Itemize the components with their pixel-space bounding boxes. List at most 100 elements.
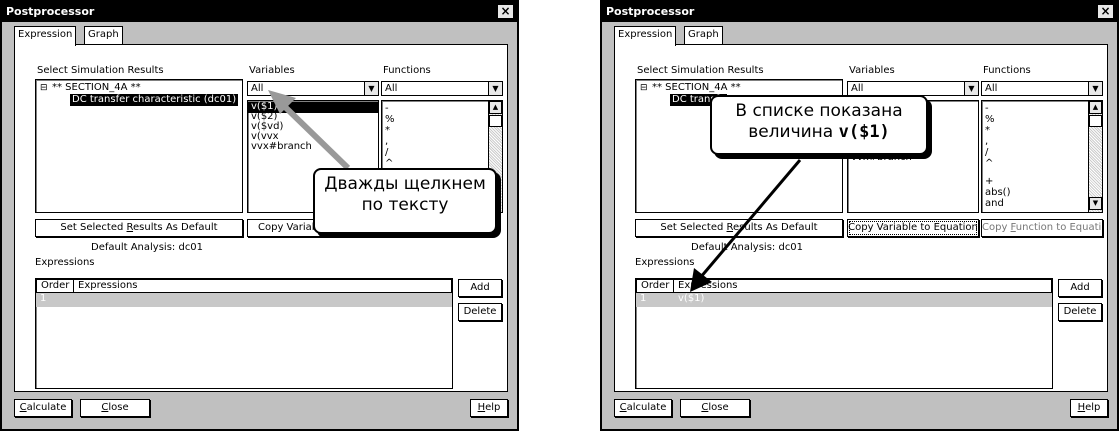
- functions-filter[interactable]: All ▼: [981, 81, 1103, 96]
- variables-filter[interactable]: All ▼: [847, 81, 979, 96]
- scroll-up-icon[interactable]: ▲: [1089, 101, 1102, 114]
- expressions-grid[interactable]: Order Expressions 1: [35, 278, 453, 389]
- list-item[interactable]: -: [985, 104, 989, 114]
- scroll-down-icon[interactable]: ▼: [1089, 197, 1102, 210]
- help-button[interactable]: Help: [1070, 399, 1108, 417]
- callout-variable: v($1): [838, 122, 890, 142]
- btn-text-accel: C: [619, 402, 627, 413]
- btn-text: esults As Default: [133, 222, 218, 233]
- calculate-button[interactable]: Calculate: [14, 399, 72, 417]
- functions-label: Functions: [383, 65, 431, 76]
- delete-button[interactable]: Delete: [1058, 303, 1102, 321]
- grid-header-order: Order: [636, 279, 674, 293]
- scroll-thumb[interactable]: [489, 115, 502, 127]
- results-tree[interactable]: ⊟ ** SECTION_4A ** DC transfer character…: [35, 79, 243, 213]
- list-item[interactable]: *: [985, 126, 990, 136]
- delete-button[interactable]: Delete: [458, 303, 502, 321]
- tree-collapse-icon[interactable]: ⊟: [640, 82, 648, 94]
- btn-text: elp: [1085, 402, 1101, 413]
- add-button[interactable]: Add: [458, 279, 502, 297]
- list-item[interactable]: and: [985, 199, 1004, 209]
- list-item[interactable]: /: [985, 148, 988, 158]
- close-icon[interactable]: ×: [497, 4, 514, 19]
- tree-root[interactable]: ** SECTION_4A **: [652, 82, 741, 94]
- list-item[interactable]: %: [985, 115, 995, 125]
- set-default-button[interactable]: Set Selected Results As Default: [35, 219, 243, 237]
- tab-graph[interactable]: Graph: [684, 26, 723, 44]
- list-item[interactable]: %: [385, 115, 395, 125]
- list-item[interactable]: ,: [385, 137, 388, 147]
- tree-collapse-icon[interactable]: ⊟: [40, 82, 48, 94]
- grid-row-expression[interactable]: [74, 293, 452, 307]
- btn-text: unction to Equation: [1015, 222, 1102, 233]
- tree-root[interactable]: ** SECTION_4A **: [52, 82, 141, 94]
- help-button[interactable]: Help: [470, 399, 508, 417]
- window-title: Postprocessor: [6, 5, 95, 18]
- tab-expression[interactable]: Expression: [14, 26, 77, 46]
- variables-filter[interactable]: All ▼: [247, 81, 379, 96]
- functions-list[interactable]: - % * , / ^ + abs() and ▲ ▼: [981, 100, 1103, 213]
- list-item[interactable]: ,: [985, 137, 988, 147]
- expressions-label: Expressions: [635, 257, 695, 268]
- scroll-thumb[interactable]: [1089, 115, 1102, 127]
- btn-text: alculate: [26, 402, 67, 413]
- add-button[interactable]: Add: [1058, 279, 1102, 297]
- tab-expression[interactable]: Expression: [614, 26, 677, 46]
- grid-row-number[interactable]: 1: [36, 293, 74, 307]
- calculate-button[interactable]: Calculate: [614, 399, 672, 417]
- list-item[interactable]: abs(): [985, 188, 1011, 198]
- close-button[interactable]: Close: [680, 399, 750, 417]
- btn-text: Copy: [982, 222, 1011, 233]
- chevron-down-icon[interactable]: ▼: [364, 82, 378, 95]
- list-item[interactable]: +: [985, 177, 993, 187]
- btn-text-accel: H: [1077, 402, 1086, 413]
- btn-text: elp: [485, 402, 501, 413]
- functions-label: Functions: [983, 65, 1031, 76]
- variables-label: Variables: [249, 65, 295, 76]
- functions-scrollbar[interactable]: ▲ ▼: [1088, 101, 1102, 212]
- right-panel: Postprocessor × Expression Graph Select …: [600, 0, 1119, 431]
- chevron-down-icon[interactable]: ▼: [964, 82, 978, 95]
- variables-filter-value: All: [251, 83, 264, 94]
- copy-function-button[interactable]: Copy Function to Equation: [981, 219, 1103, 237]
- variables-filter-value: All: [851, 83, 864, 94]
- list-item[interactable]: *: [385, 126, 390, 136]
- list-item[interactable]: ^: [985, 159, 993, 169]
- tree-item-dc01[interactable]: DC transfer characteristic (dc01): [70, 94, 239, 106]
- tab-graph[interactable]: Graph: [84, 26, 123, 44]
- scroll-up-icon[interactable]: ▲: [489, 101, 502, 114]
- callout-line: величина v($1): [718, 122, 920, 143]
- set-default-button[interactable]: Set Selected Results As Default: [635, 219, 843, 237]
- btn-text: Set Selected: [60, 222, 127, 233]
- close-button[interactable]: Close: [80, 399, 150, 417]
- btn-text: Set Selected: [660, 222, 727, 233]
- callout-line: по тексту: [361, 195, 449, 215]
- callout-line: В списке показана: [735, 101, 903, 121]
- variables-label: Variables: [849, 65, 895, 76]
- btn-text: lose: [108, 402, 129, 413]
- list-item[interactable]: -: [385, 104, 389, 114]
- annotation-callout: В списке показана величина v($1): [710, 95, 928, 155]
- grid-row-expression[interactable]: v($1): [674, 293, 1052, 307]
- grid-header-expressions: Expressions: [673, 279, 1052, 293]
- default-analysis-label: Default Analysis: dc01: [691, 242, 804, 253]
- btn-text: lose: [708, 402, 729, 413]
- left-panel: Postprocessor × Expression Graph Select …: [0, 0, 519, 431]
- chevron-down-icon[interactable]: ▼: [1088, 82, 1102, 95]
- annotation-callout: Дважды щелкнем по тексту: [313, 168, 497, 234]
- expressions-grid[interactable]: Order Expressions 1 v($1): [635, 278, 1053, 389]
- callout-line: Дважды щелкнем: [324, 174, 486, 194]
- grid-header-expressions: Expressions: [73, 279, 452, 293]
- select-results-label: Select Simulation Results: [637, 65, 764, 76]
- window-title: Postprocessor: [606, 5, 695, 18]
- list-item[interactable]: /: [385, 148, 388, 158]
- btn-text: esults As Default: [733, 222, 818, 233]
- grid-header-order: Order: [36, 279, 74, 293]
- close-icon[interactable]: ×: [1097, 4, 1114, 19]
- copy-variable-button[interactable]: Copy Variable to Equation: [847, 219, 979, 237]
- chevron-down-icon[interactable]: ▼: [488, 82, 502, 95]
- list-item[interactable]: vvx#branch: [251, 142, 312, 152]
- functions-filter[interactable]: All ▼: [381, 81, 503, 96]
- title-bar: Postprocessor ×: [2, 2, 517, 22]
- grid-row-number[interactable]: 1: [636, 293, 674, 307]
